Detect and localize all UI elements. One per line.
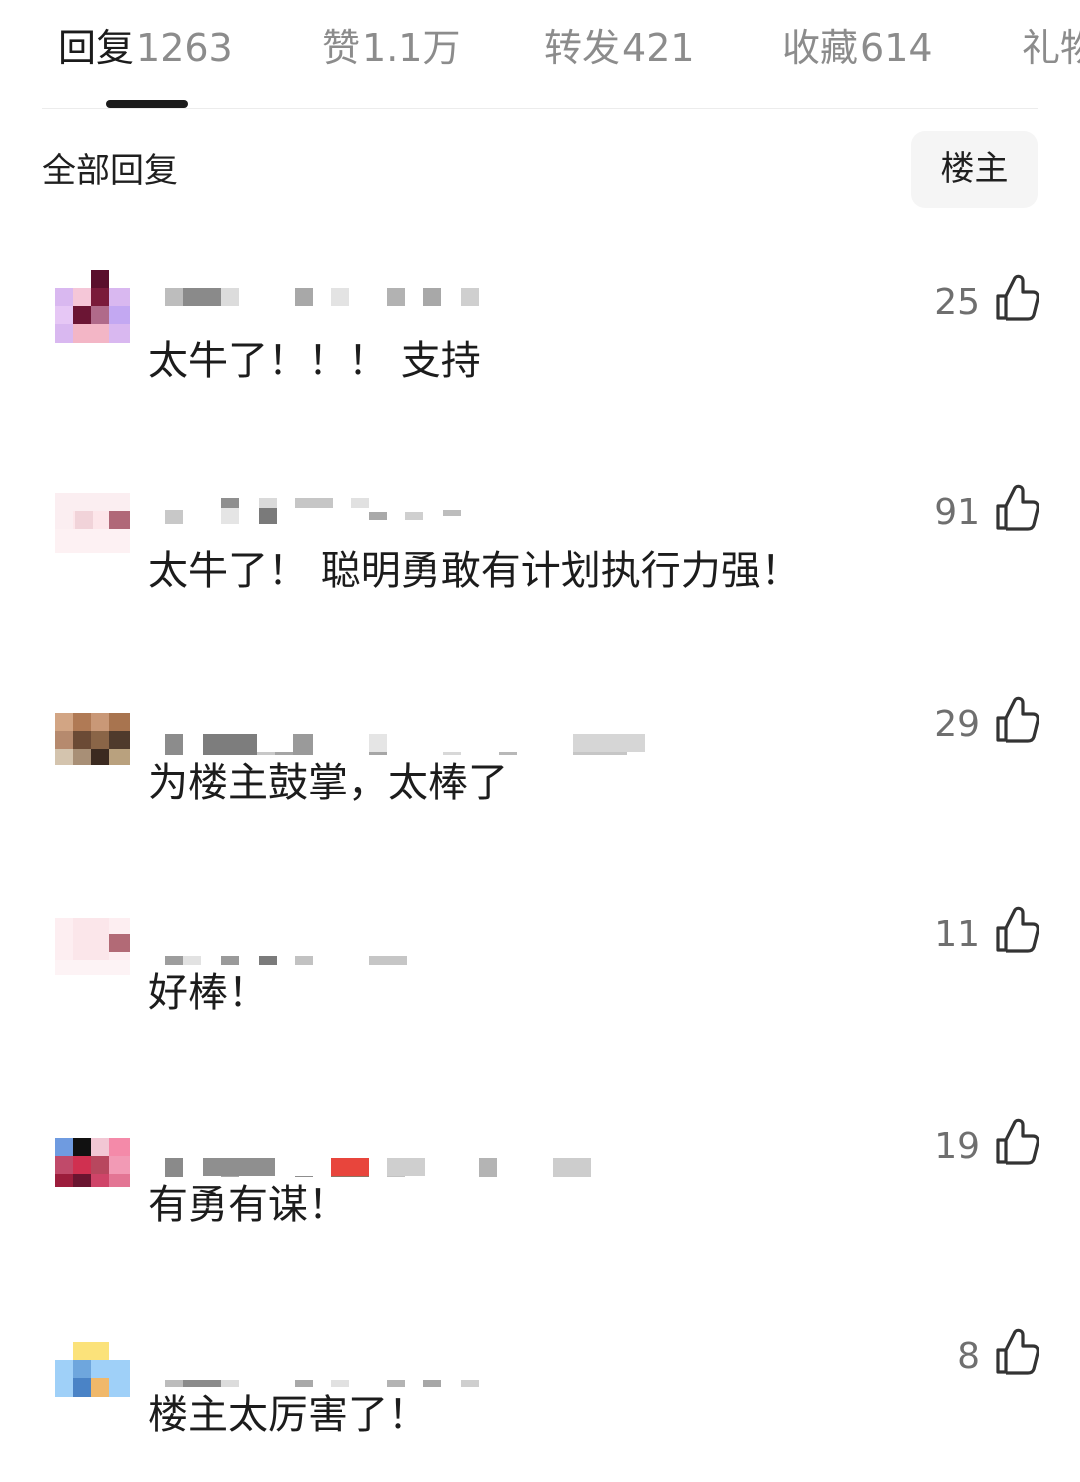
comment-item: 楼主太厉害了！ 8 — [0, 1302, 1080, 1482]
tab-label: 转发 — [544, 26, 621, 70]
avatar[interactable] — [55, 478, 130, 553]
comment-item: 太牛了！ 聪明勇敢有计划执行力强！ 91 — [0, 458, 1080, 638]
comment-text: 楼主太厉害了！ — [148, 1392, 428, 1438]
tab-count: 421 — [622, 26, 695, 70]
avatar[interactable] — [55, 690, 130, 765]
username-redacted — [165, 920, 665, 992]
tab-reposts[interactable]: 转发421 — [544, 22, 695, 74]
comment-text: 为楼主鼓掌，太棒了 — [148, 760, 508, 806]
thumbs-up-icon[interactable] — [995, 484, 1040, 532]
like-count: 11 — [934, 914, 980, 955]
comment-item: 太牛了！！！ 支持 25 — [0, 248, 1080, 428]
avatar[interactable] — [55, 268, 130, 343]
thumbs-up-icon[interactable] — [995, 274, 1040, 322]
like-count: 91 — [934, 492, 980, 533]
tab-favorites[interactable]: 收藏614 — [782, 22, 933, 74]
tab-count: 614 — [860, 26, 933, 70]
username-redacted — [165, 1132, 665, 1194]
avatar[interactable] — [55, 1322, 130, 1397]
username-redacted — [165, 710, 665, 770]
tab-replies[interactable]: 回复1263 — [58, 22, 233, 74]
comment-text: 太牛了！！！ 支持 — [148, 338, 481, 384]
divider — [42, 108, 1038, 109]
comment-item: 有勇有谋！ 19 — [0, 1092, 1080, 1272]
tab-label: 收藏 — [782, 26, 859, 70]
tab-count: 1263 — [136, 26, 233, 70]
username-redacted — [165, 1342, 665, 1398]
comment-text: 太牛了！ 聪明勇敢有计划执行力强！ — [148, 548, 801, 594]
username-redacted — [165, 490, 665, 543]
thumbs-up-icon[interactable] — [995, 906, 1040, 954]
like-count: 19 — [934, 1126, 980, 1167]
tab-likes[interactable]: 赞1.1万 — [322, 22, 460, 74]
tab-count: 1.1万 — [362, 26, 461, 70]
like-count: 25 — [934, 282, 980, 323]
tab-label: 赞 — [322, 26, 361, 70]
thumbs-up-icon[interactable] — [995, 1328, 1040, 1376]
like-count: 8 — [957, 1336, 980, 1377]
tab-bar: 回复1263 赞1.1万 转发421 收藏614 礼物 — [0, 0, 1080, 109]
tab-label: 回复 — [58, 26, 135, 70]
comment-item: 为楼主鼓掌，太棒了 29 — [0, 670, 1080, 850]
tab-gifts[interactable]: 礼物 — [1022, 22, 1080, 74]
avatar[interactable] — [55, 1112, 130, 1187]
active-tab-indicator — [106, 100, 188, 108]
username-redacted — [165, 288, 665, 333]
avatar[interactable] — [55, 900, 130, 975]
comment-text: 有勇有谋！ — [148, 1182, 348, 1228]
tab-label: 礼物 — [1022, 26, 1080, 70]
op-only-filter-button[interactable]: 楼主 — [911, 131, 1038, 208]
comment-item: 好棒！ 11 — [0, 880, 1080, 1060]
comment-text: 好棒！ — [148, 970, 268, 1016]
thumbs-up-icon[interactable] — [995, 696, 1040, 744]
like-count: 29 — [934, 704, 980, 745]
thumbs-up-icon[interactable] — [995, 1118, 1040, 1166]
section-title: 全部回复 — [42, 151, 178, 191]
